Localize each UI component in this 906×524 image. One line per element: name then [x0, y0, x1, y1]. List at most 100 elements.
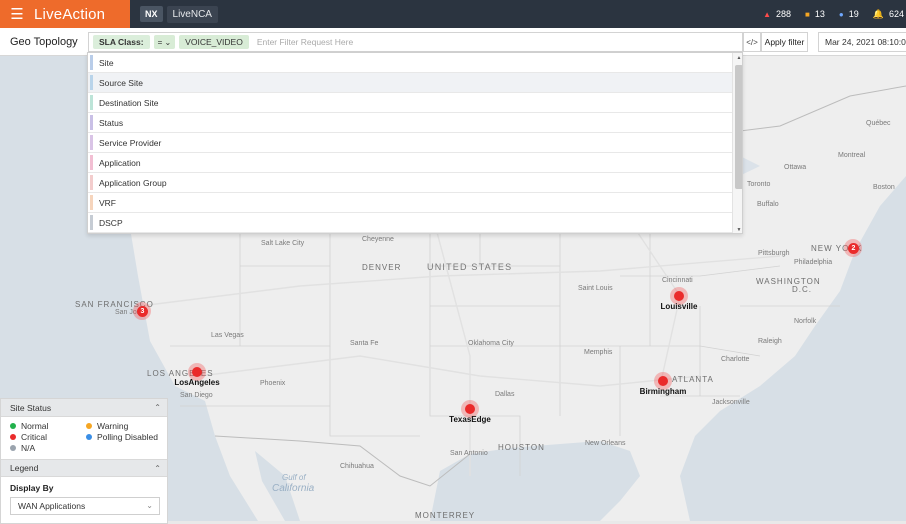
map-label-philadelphia: Philadelphia: [794, 259, 833, 266]
chevron-up-icon[interactable]: ⌃: [154, 464, 161, 473]
map-label-toronto: Toronto: [747, 181, 771, 188]
nx-badge[interactable]: NX: [140, 6, 163, 22]
map-label-oklahoma-city: Oklahoma City: [468, 340, 514, 347]
suggestion-application-group[interactable]: Application Group: [88, 173, 732, 193]
suggestion-destination-site[interactable]: Destination Site: [88, 93, 732, 113]
hamburger-menu-icon[interactable]: ☰: [0, 0, 34, 28]
alert-notifications-count: 624: [888, 9, 904, 19]
site-status-dot: [674, 291, 684, 301]
suggestion-dscp[interactable]: DSCP: [88, 213, 732, 233]
site-status-header[interactable]: Site Status ⌃: [1, 399, 167, 417]
chevron-down-icon: ⌄: [146, 501, 153, 510]
map-label-california: California: [272, 483, 315, 494]
map-label-ottawa: Ottawa: [784, 164, 807, 171]
map-label-san-antonio: San Antonio: [450, 450, 488, 457]
map-label-dallas: Dallas: [495, 391, 515, 398]
page-title: Geo Topology: [10, 35, 78, 48]
map-label-new-orleans: New Orleans: [585, 440, 626, 447]
suggestion-label: Application Group: [99, 177, 167, 188]
app-name-livenca[interactable]: LiveNCA: [166, 5, 218, 23]
triangle-alert-icon: ▲: [763, 9, 771, 19]
filter-key-chip[interactable]: SLA Class:: [93, 35, 150, 49]
suggestion-color-bar: [90, 115, 93, 130]
legend-header[interactable]: Legend ⌃: [1, 459, 167, 477]
filter-suggestions-dropdown: Site Source Site Destination Site Status…: [87, 52, 743, 234]
map-label-chihuahua: Chihuahua: [340, 463, 374, 470]
suggestion-application[interactable]: Application: [88, 153, 732, 173]
alert-warning[interactable]: ■ 13: [805, 9, 825, 19]
map-label-montreal: Montreal: [838, 152, 866, 159]
suggestion-service-provider[interactable]: Service Provider: [88, 133, 732, 153]
suggestion-label: Status: [99, 117, 124, 128]
map-legend-panel: Site Status ⌃ Normal Warning Critical Po…: [0, 398, 168, 524]
map-label-norfolk: Norfolk: [794, 318, 817, 325]
map-label-atlanta: ATLANTA: [672, 375, 714, 384]
filter-value-chip[interactable]: VOICE_VIDEO: [179, 35, 249, 49]
suggestion-site[interactable]: Site: [88, 53, 732, 73]
filter-operator-chip[interactable]: = ⌄: [153, 35, 176, 49]
suggestion-label: Destination Site: [99, 97, 159, 108]
map-label-dc: D.C.: [792, 285, 812, 294]
brand-area: ☰ LiveAction: [0, 0, 130, 28]
liveaction-logo[interactable]: LiveAction: [34, 6, 105, 23]
display-by-select[interactable]: WAN Applications ⌄: [10, 497, 160, 515]
date-range-picker[interactable]: Mar 24, 2021 08:10:00 -: [818, 32, 906, 52]
map-label-jacksonville: Jacksonville: [712, 399, 750, 406]
chevron-up-icon[interactable]: ⌃: [154, 403, 161, 412]
map-label-boston: Boston: [873, 184, 895, 191]
bell-icon: 🔔: [872, 8, 884, 19]
display-by-value: WAN Applications: [18, 501, 86, 511]
map-label-monterrey: MONTERREY: [415, 511, 476, 520]
site-status-list: Normal Warning Critical Polling Disabled…: [1, 417, 167, 459]
suggestion-list: Site Source Site Destination Site Status…: [88, 53, 732, 233]
suggestion-color-bar: [90, 75, 93, 90]
scrollbar-thumb[interactable]: [735, 65, 742, 189]
legend-title: Legend: [10, 463, 39, 473]
status-warning: Warning: [86, 421, 162, 431]
map-label-phoenix: Phoenix: [260, 380, 286, 387]
status-dot-icon: [10, 445, 16, 451]
site-name: Louisville: [660, 302, 698, 311]
status-label: Normal: [21, 421, 49, 431]
suggestion-label: Source Site: [99, 77, 143, 88]
site-status-dot: [658, 376, 668, 386]
alert-info[interactable]: ● 19: [839, 9, 859, 19]
top-navigation-bar: ☰ LiveAction NX LiveNCA ▲ 288 ■ 13 ● 19 …: [0, 0, 906, 28]
scroll-down-arrow-icon[interactable]: ▼: [733, 227, 742, 233]
suggestion-color-bar: [90, 95, 93, 110]
site-status-dot: [465, 404, 475, 414]
alert-warning-count: 13: [814, 9, 825, 19]
suggestion-color-bar: [90, 195, 93, 210]
scroll-up-arrow-icon[interactable]: ▲: [733, 55, 742, 61]
map-label-salt-lake-city: Salt Lake City: [261, 240, 305, 247]
status-label: N/A: [21, 443, 36, 453]
suggestion-source-site[interactable]: Source Site: [88, 73, 732, 93]
square-alert-icon: ■: [805, 9, 810, 19]
status-label: Warning: [97, 421, 129, 431]
suggestion-color-bar: [90, 155, 93, 170]
site-status-title: Site Status: [10, 402, 52, 413]
site-name: Birmingham: [639, 387, 687, 396]
filter-input-box[interactable]: SLA Class: = ⌄ VOICE_VIDEO Enter Filter …: [88, 32, 743, 52]
site-status-dot: [192, 367, 202, 377]
status-normal: Normal: [10, 421, 86, 431]
suggestion-color-bar: [90, 135, 93, 150]
status-polling-disabled: Polling Disabled: [86, 432, 162, 442]
suggestion-vrf[interactable]: VRF: [88, 193, 732, 213]
status-critical: Critical: [10, 432, 86, 442]
circle-info-icon: ●: [838, 9, 844, 19]
suggestion-label: Application: [99, 157, 141, 168]
alert-notifications[interactable]: 🔔 624: [873, 9, 904, 20]
apply-filter-button[interactable]: Apply filter: [761, 32, 808, 52]
alert-critical-count: 288: [776, 9, 792, 19]
suggestion-status[interactable]: Status: [88, 113, 732, 133]
alert-critical[interactable]: ▲ 288: [763, 9, 791, 19]
code-view-button[interactable]: </>: [743, 32, 761, 52]
map-label-cincinnati: Cincinnati: [662, 277, 693, 284]
status-dot-icon: [86, 434, 92, 440]
map-label-saint-louis: Saint Louis: [578, 285, 613, 292]
dropdown-scrollbar[interactable]: ▲ ▼: [732, 53, 742, 233]
map-label-cheyenne: Cheyenne: [362, 236, 394, 243]
filter-placeholder[interactable]: Enter Filter Request Here: [257, 37, 353, 47]
map-label-gulf-of: Gulf of: [282, 473, 306, 482]
